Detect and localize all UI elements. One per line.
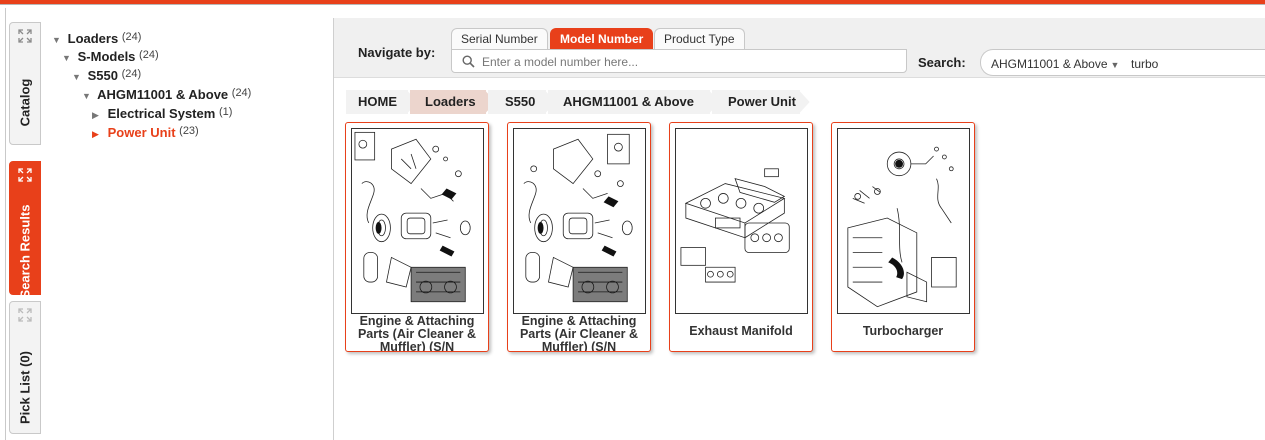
tab-search-results-label: Search Results (17, 204, 33, 299)
tab-model-number[interactable]: Model Number (550, 28, 654, 50)
tree-item-count: (24) (231, 87, 252, 99)
tree-item-s550[interactable]: ▼ S550 (24) (72, 66, 142, 85)
breadcrumb-label: HOME (358, 94, 397, 109)
tab-pick-list-label: Pick List (0) (17, 351, 33, 424)
tree-item-count: (24) (121, 68, 142, 80)
search-label: Search: (918, 55, 966, 70)
result-card[interactable]: Engine & Attaching Parts (Air Cleaner & … (345, 122, 489, 352)
tree-item-count: (24) (121, 31, 142, 43)
search-query[interactable]: turbo (1131, 57, 1158, 71)
tree-item-label: AHGM11001 & Above (97, 87, 229, 102)
navigation-bar: Navigate by: Serial Number Model Number … (334, 18, 1265, 78)
breadcrumb-power-unit[interactable]: Power Unit (712, 90, 812, 114)
caret-down-icon: ▼ (1110, 60, 1120, 70)
engine-diagram-thumbnail (351, 128, 484, 314)
exhaust-manifold-diagram-thumbnail (675, 128, 808, 314)
model-number-placeholder: Enter a model number here... (482, 55, 639, 69)
breadcrumb-label: Power Unit (728, 94, 796, 109)
expand-icon[interactable] (18, 29, 32, 43)
breadcrumb-loaders[interactable]: Loaders (410, 90, 498, 114)
expand-icon[interactable] (18, 168, 32, 182)
breadcrumb-label: AHGM11001 & Above (563, 94, 695, 109)
breadcrumb-s550[interactable]: S550 (488, 90, 558, 114)
result-card-title: Turbocharger (862, 324, 944, 338)
tree-item-label: Electrical System (107, 106, 216, 121)
app-window: Catalog Search Results Pick List (0) ▼ L… (0, 0, 1265, 440)
search-scope-value: AHGM11001 & Above (991, 57, 1108, 71)
tree-item-electrical-system[interactable]: ▶ Electrical System (1) (92, 104, 233, 123)
tab-catalog[interactable]: Catalog (9, 22, 41, 145)
tree-item-count: (1) (218, 106, 233, 118)
result-card-title: Engine & Attaching Parts (Air Cleaner & … (357, 314, 477, 352)
result-card-title: Engine & Attaching Parts (Air Cleaner & … (519, 314, 639, 352)
tree-item-label: S550 (87, 68, 118, 83)
navigate-by-label: Navigate by: (358, 45, 436, 60)
expand-icon[interactable] (18, 308, 32, 322)
breadcrumb-home[interactable]: HOME (346, 90, 420, 114)
breadcrumb-ahgm11001[interactable]: AHGM11001 & Above (548, 90, 722, 114)
tree-item-count: (24) (139, 49, 159, 61)
search-scope-select[interactable]: AHGM11001 & Above ▼ (991, 57, 1119, 71)
tab-search-results[interactable]: Search Results (9, 161, 41, 298)
model-number-input[interactable]: Enter a model number here... (451, 49, 907, 73)
search-icon (462, 55, 475, 68)
caret-right-icon[interactable]: ▶ (92, 107, 104, 123)
tree-item-s-models[interactable]: ▼ S-Models (24) (62, 47, 159, 66)
tree-item-ahgm11001[interactable]: ▼ AHGM11001 & Above (24) (82, 85, 252, 104)
engine-diagram-thumbnail (513, 128, 646, 314)
caret-down-icon[interactable]: ▼ (72, 69, 84, 85)
left-frame (0, 8, 6, 440)
result-card[interactable]: Engine & Attaching Parts (Air Cleaner & … (507, 122, 651, 352)
caret-right-icon[interactable]: ▶ (92, 126, 104, 142)
turbocharger-diagram-thumbnail (837, 128, 970, 314)
tree-item-count: (23) (179, 125, 199, 137)
caret-down-icon[interactable]: ▼ (52, 32, 64, 48)
result-card[interactable]: Turbocharger (831, 122, 975, 352)
breadcrumb-label: Loaders (425, 94, 476, 109)
tab-pick-list[interactable]: Pick List (0) (9, 301, 41, 434)
caret-down-icon[interactable]: ▼ (82, 88, 94, 104)
tree-item-label: S-Models (77, 49, 136, 64)
result-card-title: Exhaust Manifold (689, 324, 793, 338)
tab-product-type[interactable]: Product Type (654, 28, 745, 50)
tab-catalog-label: Catalog (17, 78, 33, 127)
tab-serial-number[interactable]: Serial Number (451, 28, 548, 50)
tree-item-power-unit[interactable]: ▶ Power Unit (23) (92, 123, 199, 142)
search-field[interactable]: AHGM11001 & Above ▼ turbo (980, 49, 1265, 76)
result-card[interactable]: Exhaust Manifold (669, 122, 813, 352)
breadcrumb-label: S550 (505, 94, 536, 109)
tree-item-label: Power Unit (107, 125, 176, 140)
caret-down-icon[interactable]: ▼ (62, 50, 74, 66)
panel-divider[interactable] (333, 18, 334, 440)
tree-item-label: Loaders (67, 31, 119, 46)
tree-item-loaders[interactable]: ▼ Loaders (24) (52, 29, 142, 48)
